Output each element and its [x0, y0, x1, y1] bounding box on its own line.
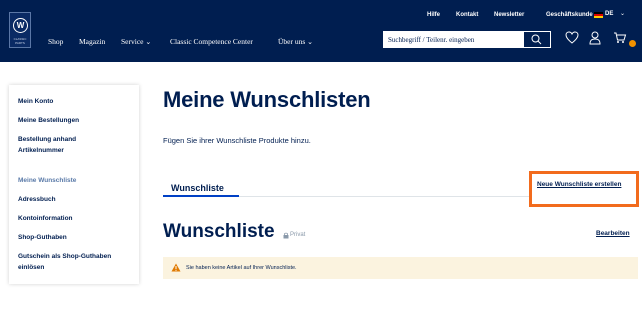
tab-active-indicator [163, 195, 239, 197]
account-sidebar: Mein Konto Meine Bestellungen Bestellung… [9, 85, 139, 284]
user-icon[interactable] [589, 31, 601, 45]
nav-item-service-label: Service [121, 37, 144, 46]
sidebar-item-adressbuch[interactable]: Adressbuch [18, 194, 138, 205]
heart-icon[interactable] [565, 31, 579, 44]
sidebar-item-kontoinformation[interactable]: Kontoinformation [18, 213, 138, 224]
chevron-down-icon: ⌄ [145, 38, 152, 46]
search-bar [383, 31, 551, 48]
chevron-down-icon: ⌄ [307, 38, 314, 46]
cart-count-badge [629, 40, 636, 47]
logo-tagline: CLASSIC PARTS [13, 37, 27, 45]
sidebar-item-meine-wunschliste[interactable]: Meine Wunschliste [18, 175, 138, 186]
lock-icon [283, 232, 289, 239]
util-link-newsletter[interactable]: Newsletter [494, 12, 524, 18]
privacy-label: Privat [290, 232, 306, 238]
sidebar-item-mein-konto[interactable]: Mein Konto [18, 96, 138, 107]
warning-icon [171, 263, 181, 272]
edit-wishlist-link[interactable]: Bearbeiten [596, 230, 630, 237]
site-header: W CLASSIC PARTS Hilfe Kontakt Newsletter… [0, 0, 642, 62]
highlight-box [529, 171, 639, 207]
util-link-geschaeftskunde[interactable]: Geschäftskunde [546, 12, 593, 18]
chevron-down-icon[interactable]: ⌄ [620, 10, 625, 17]
sidebar-item-bestellung-artikelnummer[interactable]: Bestellung anhand Artikelnummer [18, 134, 98, 156]
nav-item-service[interactable]: Service ⌄ [121, 37, 151, 46]
nav-item-magazin[interactable]: Magazin [79, 37, 105, 46]
sidebar-item-gutschein-einloesen[interactable]: Gutschein als Shop-Guthaben einlösen [18, 251, 136, 273]
notice-text: Sie haben keine Artikel auf Ihrer Wunsch… [186, 265, 297, 271]
search-icon [531, 34, 542, 45]
wishlist-heading: Wunschliste [163, 221, 275, 242]
page-subtitle: Fügen Sie ihrer Wunschliste Produkte hin… [163, 136, 311, 145]
sidebar-item-meine-bestellungen[interactable]: Meine Bestellungen [18, 115, 138, 126]
search-button[interactable] [524, 32, 550, 47]
page-title: Meine Wunschlisten [163, 87, 371, 112]
cart-icon[interactable] [613, 31, 627, 44]
tab-wunschliste[interactable]: Wunschliste [171, 183, 224, 193]
util-link-hilfe[interactable]: Hilfe [427, 12, 440, 18]
util-link-kontakt[interactable]: Kontakt [456, 12, 478, 18]
nav-item-classic-competence-center[interactable]: Classic Competence Center [170, 37, 253, 46]
german-flag-icon[interactable] [594, 12, 603, 18]
search-input[interactable] [384, 32, 524, 47]
language-selector[interactable]: DE [605, 11, 613, 17]
vw-logo-mark: W [16, 21, 25, 30]
nav-item-ueber-uns[interactable]: Über uns ⌄ [278, 37, 313, 46]
vw-classic-parts-logo[interactable]: W CLASSIC PARTS [9, 12, 31, 48]
empty-wishlist-notice: Sie haben keine Artikel auf Ihrer Wunsch… [163, 257, 638, 279]
nav-item-ueber-uns-label: Über uns [278, 37, 306, 46]
nav-item-shop[interactable]: Shop [48, 37, 63, 46]
sidebar-item-shop-guthaben[interactable]: Shop-Guthaben [18, 232, 138, 243]
new-wishlist-button[interactable]: Neue Wunschliste erstellen [537, 181, 621, 188]
